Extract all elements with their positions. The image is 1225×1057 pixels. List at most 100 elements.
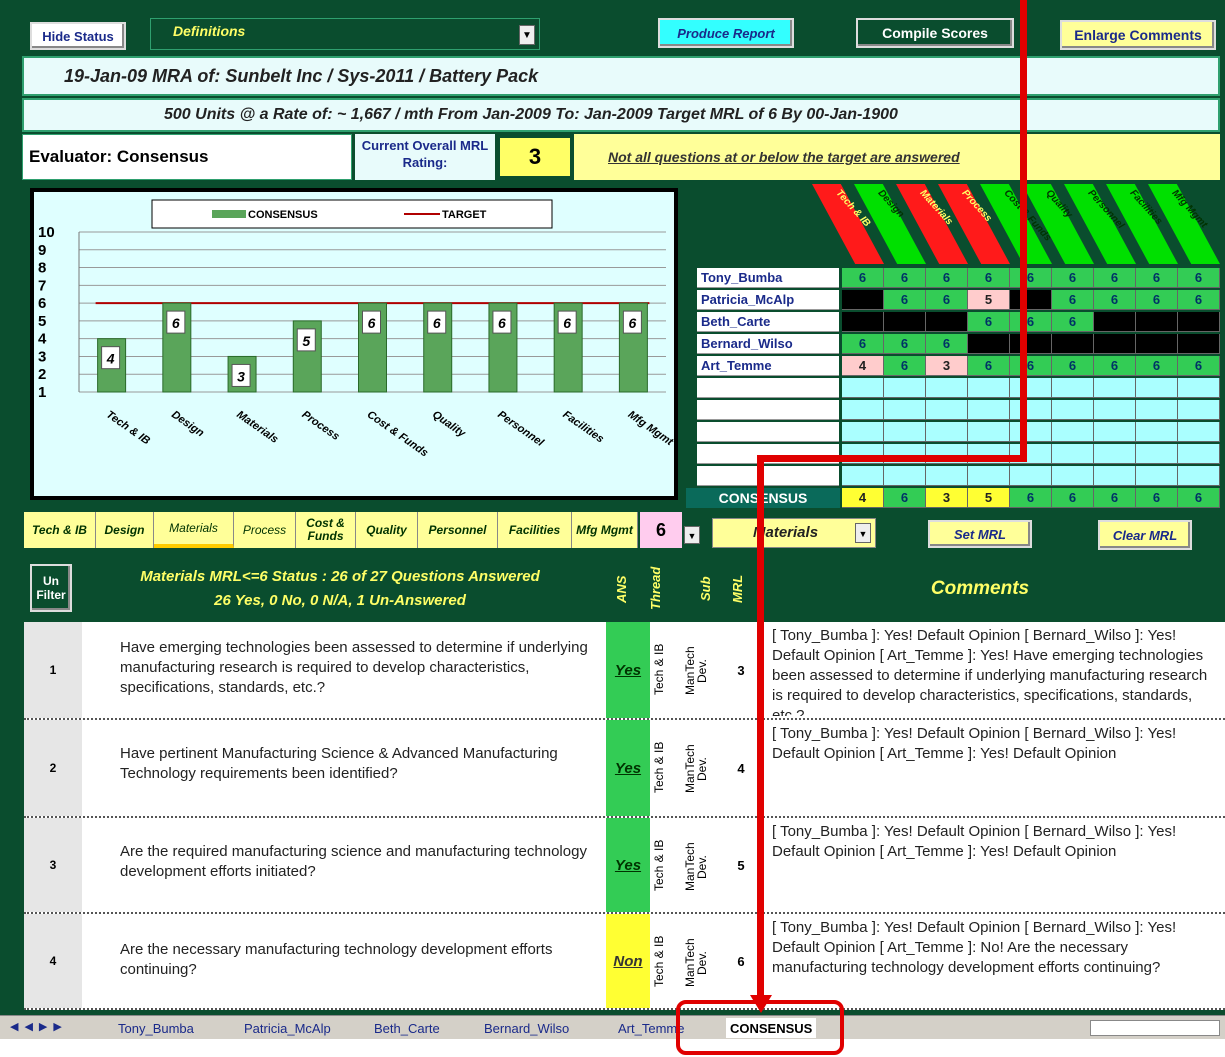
score-cell — [842, 290, 884, 310]
score-cell: 6 — [1178, 290, 1220, 310]
category-tab[interactable]: Quality — [356, 512, 418, 548]
category-tab[interactable]: Personnel — [418, 512, 498, 548]
comment-text[interactable]: [ Tony_Bumba ]: Yes! Default Opinion [ B… — [772, 626, 1212, 716]
hide-status-button[interactable]: Hide Status — [30, 22, 126, 50]
sheet-tab[interactable]: Art_Temme — [618, 1018, 684, 1038]
score-cell — [926, 422, 968, 442]
score-cell — [926, 466, 968, 486]
answer-cell[interactable]: Yes — [606, 720, 650, 816]
annotation-highlight-box — [676, 1000, 844, 1055]
score-cell — [1178, 422, 1220, 442]
question-row[interactable]: 4 Are the necessary manufacturing technol… — [24, 914, 1225, 1010]
x-category-label: Process — [300, 409, 342, 443]
sheet-tab[interactable]: Tony_Bumba — [118, 1018, 194, 1038]
y-tick-label: 9 — [38, 242, 46, 259]
category-tab[interactable]: Mfg Mgmt — [572, 512, 638, 548]
y-tick-label: 4 — [38, 331, 47, 348]
mrl-cell: 4 — [737, 760, 745, 776]
mrl-value-select[interactable]: 6 — [640, 512, 682, 548]
category-tab[interactable]: Materials — [154, 512, 234, 548]
score-cell: 6 — [926, 268, 968, 288]
consensus-cell: 6 — [884, 488, 926, 508]
chevron-down-icon[interactable]: ▼ — [519, 25, 535, 45]
y-tick-label: 5 — [38, 313, 46, 330]
score-cell: 6 — [926, 334, 968, 354]
score-cell — [884, 422, 926, 442]
score-cell — [968, 422, 1010, 442]
y-tick-label: 3 — [38, 348, 46, 365]
question-text: Are the required manufacturing science a… — [120, 843, 587, 880]
score-cell — [1052, 422, 1094, 442]
mrl-bar-chart: CONSENSUS TARGET109876543214Tech & IB6Des… — [38, 199, 676, 460]
score-cell — [926, 400, 968, 420]
question-row[interactable]: 1 Have emerging technologies been assesse… — [24, 622, 1225, 720]
comment-text[interactable]: [ Tony_Bumba ]: Yes! Default Opinion [ B… — [772, 918, 1212, 1006]
x-category-label: Cost & Funds — [365, 409, 430, 460]
definitions-dropdown[interactable]: Definitions ▼ — [150, 18, 540, 50]
enlarge-comments-button[interactable]: Enlarge Comments — [1060, 20, 1216, 50]
score-cell — [1010, 466, 1052, 486]
mrl-cell: 5 — [737, 857, 745, 873]
set-mrl-button[interactable]: Set MRL — [928, 520, 1032, 548]
score-cell — [884, 312, 926, 332]
score-cell: 6 — [1094, 356, 1136, 376]
comment-text[interactable]: [ Tony_Bumba ]: Yes! Default Opinion [ B… — [772, 724, 1212, 814]
sheet-tab[interactable]: Bernard_Wilso — [484, 1018, 569, 1038]
score-cell: 6 — [1052, 356, 1094, 376]
sheet-tab[interactable]: Beth_Carte — [374, 1018, 440, 1038]
score-cell — [1094, 378, 1136, 398]
score-cell — [1094, 444, 1136, 464]
tab-scroll-arrows-icon[interactable]: ◀◀▶▶ — [10, 1020, 68, 1033]
answer-cell[interactable]: Yes — [606, 818, 650, 912]
answer-cell[interactable]: Yes — [606, 622, 650, 718]
evaluator-name — [697, 422, 839, 442]
category-tab[interactable]: Process — [234, 512, 296, 548]
score-cell — [884, 466, 926, 486]
annotation-line-down — [757, 455, 764, 1005]
score-cell — [1010, 334, 1052, 354]
score-cell — [1094, 400, 1136, 420]
y-tick-label: 8 — [38, 260, 46, 277]
x-category-label: Design — [169, 409, 206, 440]
consensus-cell: 3 — [926, 488, 968, 508]
produce-report-button[interactable]: Produce Report — [658, 18, 794, 48]
sub-cell: ManTech Dev. — [683, 744, 709, 794]
score-cell: 6 — [1136, 268, 1178, 288]
mrl-cell: 3 — [737, 662, 745, 678]
horizontal-scrollbar[interactable] — [1090, 1020, 1220, 1036]
comment-text[interactable]: [ Tony_Bumba ]: Yes! Default Opinion [ B… — [772, 822, 1212, 910]
question-number: 4 — [24, 914, 82, 1008]
evaluator-name: Tony_Bumba — [697, 268, 839, 288]
chevron-down-icon[interactable]: ▼ — [855, 523, 871, 543]
data-label: 6 — [433, 315, 441, 331]
score-cell — [884, 378, 926, 398]
unfilter-button[interactable]: Un Filter — [30, 564, 72, 612]
category-tab[interactable]: Tech & IB — [24, 512, 96, 548]
clear-mrl-button[interactable]: Clear MRL — [1098, 520, 1192, 550]
score-cell: 6 — [1010, 312, 1052, 332]
answer-cell[interactable]: Non — [606, 914, 650, 1008]
thread-cell: Tech & IB — [652, 935, 666, 987]
y-tick-label: 6 — [38, 295, 46, 312]
question-row[interactable]: 3 Are the required manufacturing science … — [24, 818, 1225, 914]
score-cell — [842, 378, 884, 398]
category-select[interactable]: Materials ▼ — [712, 518, 876, 548]
y-tick-label: 10 — [38, 224, 55, 241]
score-cell — [1136, 334, 1178, 354]
score-cell: 6 — [968, 356, 1010, 376]
score-cell — [1178, 378, 1220, 398]
question-number: 1 — [24, 622, 82, 718]
consensus-cell: 6 — [1052, 488, 1094, 508]
category-tab[interactable]: Facilities — [498, 512, 572, 548]
score-cell: 6 — [926, 290, 968, 310]
sheet-tab[interactable]: Patricia_McAlp — [244, 1018, 331, 1038]
question-row[interactable]: 2 Have pertinent Manufacturing Science & … — [24, 720, 1225, 818]
category-tab[interactable]: Design — [96, 512, 154, 548]
score-cell — [1136, 444, 1178, 464]
consensus-cell: 5 — [968, 488, 1010, 508]
compile-scores-button[interactable]: Compile Scores — [856, 18, 1014, 48]
evaluator-name: Bernard_Wilso — [697, 334, 839, 354]
status-line-1: Materials MRL<=6 Status : 26 of 27 Quest… — [140, 568, 540, 585]
chevron-down-icon[interactable]: ▼ — [684, 526, 700, 544]
category-tab[interactable]: Cost & Funds — [296, 512, 356, 548]
